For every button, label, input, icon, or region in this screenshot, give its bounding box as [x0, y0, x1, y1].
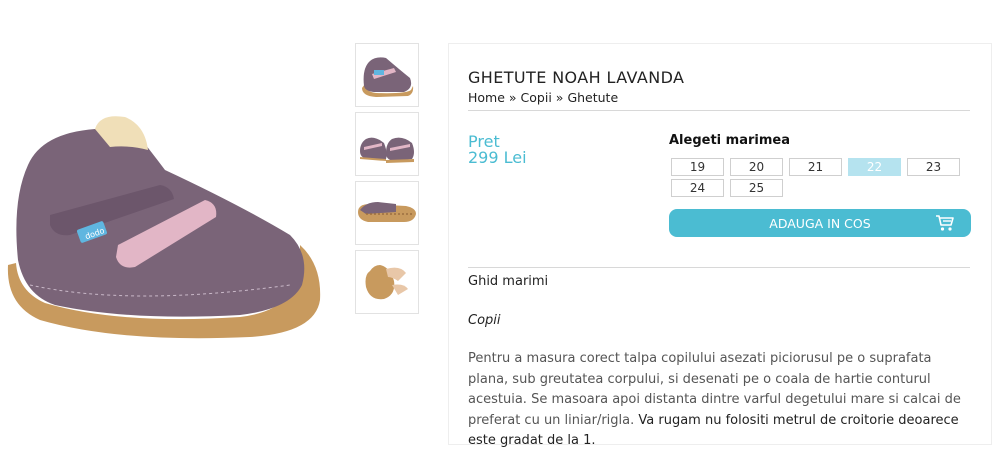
size-guide-title: Ghid marimi	[468, 274, 549, 289]
size-option-19[interactable]: 19	[671, 158, 724, 176]
size-heading: Alegeti marimea	[669, 133, 790, 148]
thumbnail-3[interactable]	[355, 181, 419, 245]
thumbnail-4[interactable]	[355, 250, 419, 314]
add-to-cart-label: ADAUGA IN COS	[769, 215, 871, 231]
size-option-23[interactable]: 23	[907, 158, 960, 176]
size-guide-subtitle: Copii	[468, 313, 501, 328]
breadcrumb-separator: »	[555, 90, 564, 105]
price-value: 299 Lei	[468, 148, 527, 167]
divider	[468, 110, 970, 111]
thumbnail-2[interactable]	[355, 112, 419, 176]
size-option-20[interactable]: 20	[730, 158, 783, 176]
breadcrumb: Home » Copii » Ghetute	[468, 90, 618, 105]
size-guide-text: Pentru a masura corect talpa copilului a…	[468, 349, 973, 452]
main-product-image[interactable]: dodo	[0, 95, 330, 375]
size-option-22[interactable]: 22	[848, 158, 901, 176]
size-option-24[interactable]: 24	[671, 179, 724, 197]
breadcrumb-home[interactable]: Home	[468, 90, 505, 105]
thumbnail-strip	[355, 43, 419, 319]
product-title: GHETUTE NOAH LAVANDA	[468, 68, 685, 87]
cart-icon	[935, 214, 955, 235]
divider	[468, 267, 970, 268]
product-details-panel: GHETUTE NOAH LAVANDA Home » Copii » Ghet…	[448, 43, 992, 448]
size-option-25[interactable]: 25	[730, 179, 783, 197]
price-block: Pret 299 Lei	[468, 134, 527, 166]
size-option-21[interactable]: 21	[789, 158, 842, 176]
thumbnail-1[interactable]	[355, 43, 419, 107]
breadcrumb-separator: »	[508, 90, 517, 105]
breadcrumb-ghetute[interactable]: Ghetute	[567, 90, 618, 105]
breadcrumb-copii[interactable]: Copii	[521, 90, 552, 105]
add-to-cart-button[interactable]: ADAUGA IN COS	[669, 209, 971, 237]
